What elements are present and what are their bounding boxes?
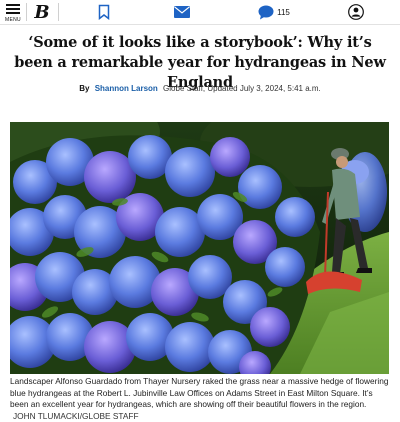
bookmark-icon [98, 4, 110, 20]
caption-text: Landscaper Alfonso Guardado from Thayer … [10, 376, 389, 410]
menu-button[interactable]: MENU [2, 0, 24, 24]
hamburger-icon [6, 2, 20, 16]
boston-globe-logo[interactable]: B [30, 0, 54, 24]
comment-count: 115 [277, 7, 290, 17]
hydrangea-hedge-image [10, 122, 389, 374]
envelope-icon [174, 6, 190, 18]
comment-bubble-icon [258, 5, 274, 19]
byline-meta: Globe Staff, Updated July 3, 2024, 5:41 … [163, 84, 321, 93]
comments-button[interactable]: 115 [250, 0, 298, 24]
user-avatar-icon [348, 4, 364, 20]
article-photo[interactable] [10, 122, 389, 374]
byline: By Shannon Larson Globe Staff, Updated J… [0, 84, 400, 93]
bookmark-button[interactable] [94, 0, 114, 24]
photo-caption: Landscaper Alfonso Guardado from Thayer … [10, 376, 392, 422]
email-share-button[interactable] [170, 0, 194, 24]
author-link[interactable]: Shannon Larson [95, 84, 158, 93]
photo-credit: JOHN TLUMACKI/GLOBE STAFF [13, 410, 139, 421]
account-button[interactable] [345, 0, 367, 24]
menu-label: MENU [5, 16, 21, 23]
byline-prefix: By [79, 84, 90, 93]
nav-divider [26, 3, 27, 21]
nav-divider [58, 3, 59, 21]
top-nav-bar: MENU B 115 [0, 0, 400, 25]
